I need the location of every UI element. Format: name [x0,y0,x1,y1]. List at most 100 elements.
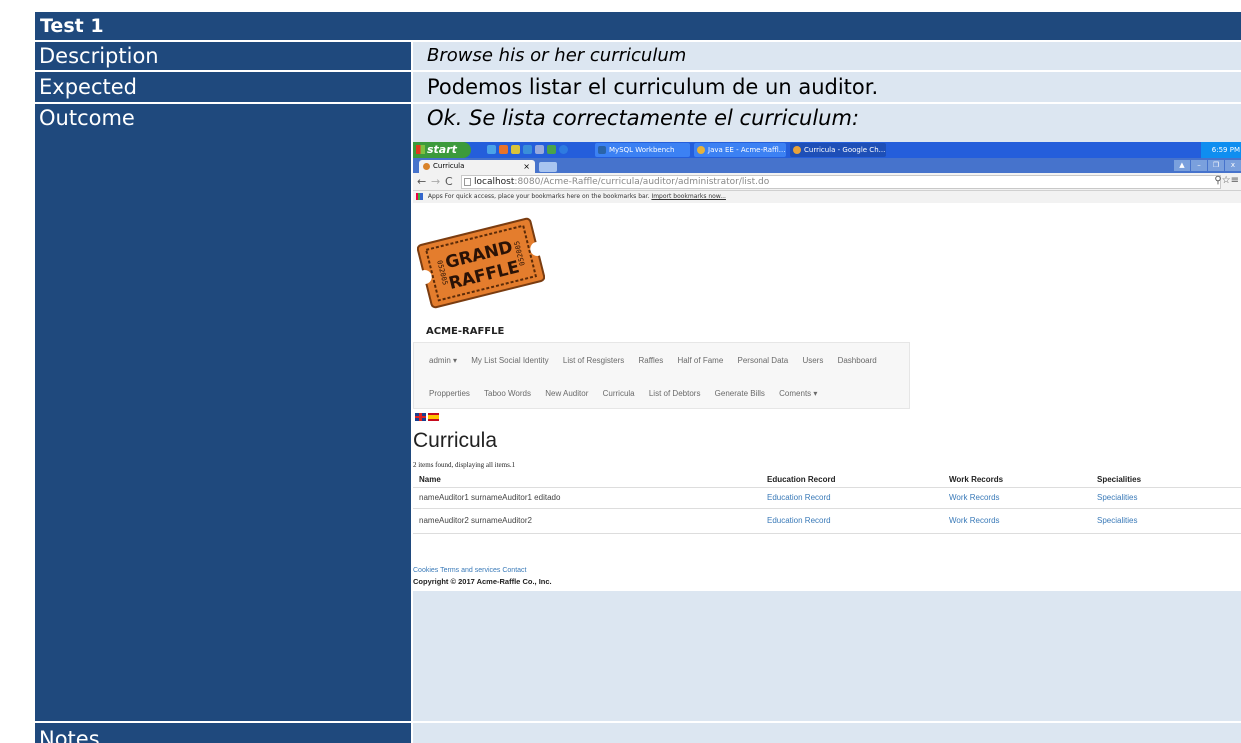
back-arrow-icon[interactable]: ← [417,175,426,189]
menu-item[interactable]: Dashboard [838,356,877,365]
address-bar-row: ← → C localhost:8080/Acme-Raffle/curricu… [413,173,1241,191]
page-heading: Curricula [413,429,498,452]
menu-item[interactable]: Taboo Words [484,389,531,398]
url-host: localhost [474,177,515,187]
close-window-button[interactable]: x [1225,160,1241,171]
table-divider [413,533,1241,534]
test-title: Test 1 [40,15,104,37]
maximize-button[interactable]: ❐ [1208,160,1224,171]
user-icon[interactable]: ▲ [1174,160,1190,171]
menu-item[interactable]: Generate Bills [715,389,765,398]
taskbar-item-label: MySQL Workbench [609,146,675,154]
favicon-icon [423,163,430,170]
menu-item[interactable]: Coments ▾ [779,389,817,398]
menu-item[interactable]: Half of Fame [677,356,723,365]
start-button[interactable]: start [413,142,471,158]
apps-icon[interactable] [416,193,423,200]
window-controls: ▲ – ❐ x [1174,160,1241,171]
test-title-row: Test 1 [35,12,1241,40]
items-found-text: 2 items found, displaying all items.1 [413,461,516,469]
ie-icon[interactable] [487,145,496,154]
notes-value [413,723,1241,743]
row-2-specialities-link[interactable]: Specialities [1097,516,1137,525]
menu-item[interactable]: List of Debtors [649,389,701,398]
site-brand: ACME-RAFFLE [426,326,505,337]
firefox-icon[interactable] [499,145,508,154]
taskbar-item-mysql[interactable]: MySQL Workbench [595,143,690,157]
taskbar-item-eclipse[interactable]: Java EE - Acme-Raffl... [694,143,786,157]
chrome-icon[interactable] [559,145,568,154]
menu-item[interactable]: Raffles [638,356,663,365]
menu-item[interactable]: New Auditor [545,389,588,398]
description-row: Description Browse his or her curriculum [35,42,1241,70]
row-1-specialities-link[interactable]: Specialities [1097,493,1137,502]
column-header-work[interactable]: Work Records [949,475,1003,484]
app-icon[interactable] [547,145,556,154]
menu-row-2: Propperties Taboo Words New Auditor Curr… [429,389,829,398]
system-tray-clock[interactable]: 6:59 PM [1201,142,1241,158]
row-2-work-link[interactable]: Work Records [949,516,1000,525]
main-menu: admin ▾ My List Social Identity List of … [413,342,910,409]
row-2-education-link[interactable]: Education Record [767,516,831,525]
minimize-button[interactable]: – [1191,160,1207,171]
import-bookmarks-link[interactable]: Import bookmarks now... [651,193,726,200]
forward-arrow-icon[interactable]: → [431,175,440,189]
outcome-screenshot: start MySQL Workbench Java EE - Acme-Raf… [413,142,1241,629]
menu-row-1: admin ▾ My List Social Identity List of … [429,356,889,365]
menu-item[interactable]: admin ▾ [429,356,457,365]
copyright-text: Copyright © 2017 Acme-Raffle Co., Inc. [413,577,552,586]
url-path: :8080/Acme-Raffle/curricula/auditor/admi… [514,177,770,187]
table-divider [413,487,1241,488]
spanish-flag-icon[interactable] [428,413,439,421]
column-header-name[interactable]: Name [419,475,441,484]
row-1-work-link[interactable]: Work Records [949,493,1000,502]
reload-icon[interactable]: C [445,175,453,189]
test-case-table: Test 1 Description Browse his or her cur… [35,12,1241,743]
close-tab-icon[interactable]: × [523,160,530,173]
tab-title: Curricula [433,162,465,170]
bookmarks-text: Apps For quick access, place your bookma… [427,193,650,200]
eclipse-icon [697,146,705,154]
start-label: start [427,143,457,156]
browser-tab[interactable]: Curricula × [419,160,535,173]
english-flag-icon[interactable] [415,413,426,421]
chrome-icon [793,146,801,154]
taskbar-item-label: Curricula - Google Ch... [804,146,886,154]
outcome-value: Ok. Se lista correctamente el curriculum… [427,106,860,130]
description-value: Browse his or her curriculum [413,42,1241,70]
row-1-education-link[interactable]: Education Record [767,493,831,502]
zoom-star-menu-icons[interactable]: ⚲☆≡ [1214,175,1239,186]
outcome-row: Outcome Ok. Se lista correctamente el cu… [35,104,1241,721]
windows-taskbar: start MySQL Workbench Java EE - Acme-Raf… [413,142,1241,158]
expected-label: Expected [35,72,411,102]
table-divider [413,508,1241,509]
mysql-icon [598,146,606,154]
app-icon[interactable] [523,145,532,154]
row-2-name: nameAuditor2 surnameAuditor2 [419,516,532,525]
browser-tabbar: Curricula × ▲ – ❐ x [413,158,1241,173]
bookmarks-bar: Apps For quick access, place your bookma… [413,191,1241,203]
app-icon[interactable] [535,145,544,154]
url-field[interactable]: localhost:8080/Acme-Raffle/curricula/aud… [461,175,1221,189]
menu-item[interactable]: Curricula [603,389,635,398]
page-icon [464,178,471,186]
column-header-education[interactable]: Education Record [767,475,835,484]
column-header-specialities[interactable]: Specialities [1097,475,1141,484]
menu-item[interactable]: Propperties [429,389,470,398]
grand-raffle-ticket-logo[interactable]: GRAND RAFFLE 052005 052005 [417,215,545,311]
notes-label: Notes [35,723,411,743]
menu-item[interactable]: Users [802,356,823,365]
taskbar-item-label: Java EE - Acme-Raffl... [708,146,786,154]
menu-item[interactable]: List of Resgisters [563,356,624,365]
page-bottom-band [413,591,1241,629]
app-icon[interactable] [511,145,520,154]
outcome-label: Outcome [35,104,411,721]
description-label: Description [35,42,411,70]
expected-row: Expected Podemos listar el curriculum de… [35,72,1241,102]
menu-item[interactable]: My List Social Identity [471,356,548,365]
new-tab-button[interactable] [539,162,557,172]
menu-item[interactable]: Personal Data [738,356,789,365]
footer-links[interactable]: Cookies Terms and services Contact [413,567,526,574]
taskbar-item-chrome[interactable]: Curricula - Google Ch... [790,143,886,157]
notes-row: Notes [35,723,1241,743]
